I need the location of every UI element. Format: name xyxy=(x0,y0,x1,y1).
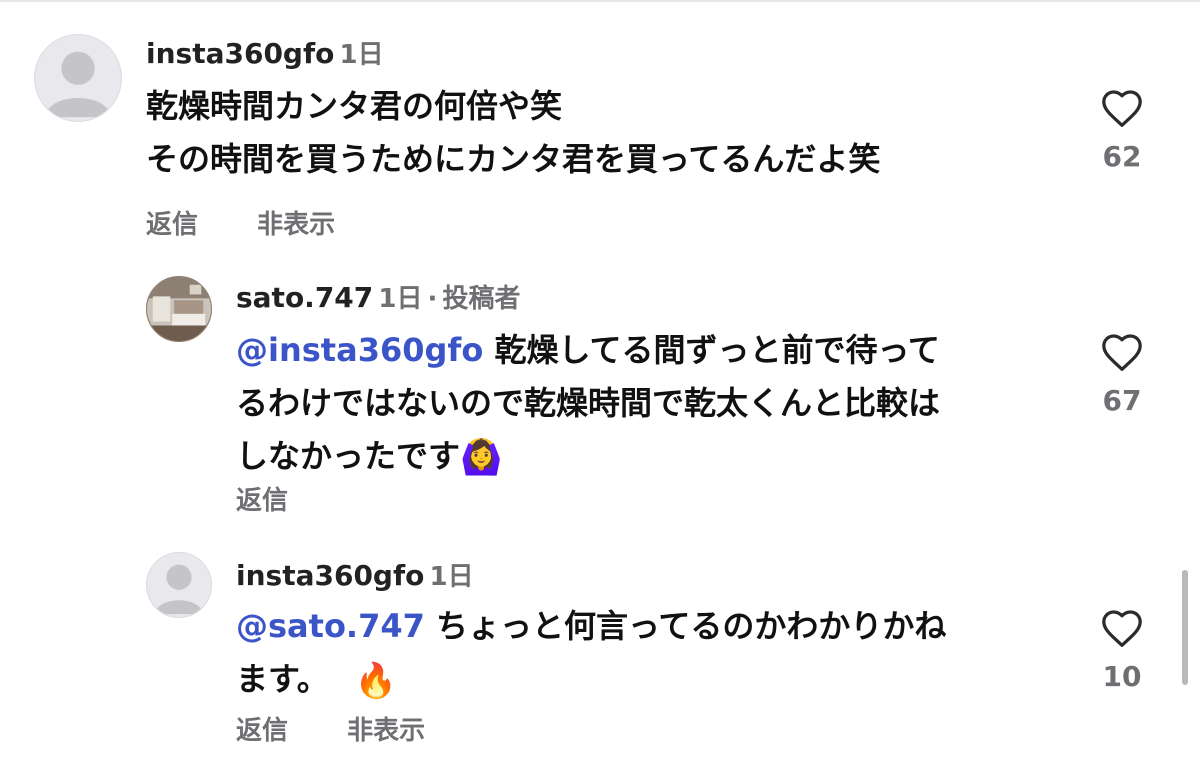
comment-meta: insta360gfo 1日 xyxy=(236,556,474,593)
default-avatar-icon xyxy=(154,564,204,615)
comment-actions: 返信 非表示 xyxy=(236,710,425,747)
comment-text: @sato.747 ちょっと何言ってるのかわかりかね ます。 🔥 xyxy=(236,600,946,708)
comment-line: @sato.747 ちょっと何言ってるのかわかりかね xyxy=(236,600,946,653)
mention-link[interactable]: @sato.747 xyxy=(236,607,425,645)
comment-line-text: ちょっと何言ってるのかわかりかね xyxy=(424,607,947,645)
heart-outline-icon[interactable] xyxy=(1100,608,1144,648)
timestamp: 1日 xyxy=(429,562,474,592)
hide-button[interactable]: 非表示 xyxy=(347,710,425,747)
scrollbar-thumb[interactable] xyxy=(1182,570,1188,685)
emoji: 🔥 xyxy=(354,660,398,701)
username[interactable]: insta360gfo xyxy=(236,559,424,592)
comment-3: insta360gfo 1日 @sato.747 ちょっと何言ってるのかわかりか… xyxy=(0,0,1200,771)
avatar[interactable] xyxy=(146,552,212,618)
comment-line-text: ます。 xyxy=(236,660,329,698)
reply-button[interactable]: 返信 xyxy=(236,710,288,747)
like-control[interactable]: 10 xyxy=(1092,608,1152,693)
like-count: 10 xyxy=(1102,660,1142,693)
comment-line: ます。 🔥 xyxy=(236,653,946,708)
